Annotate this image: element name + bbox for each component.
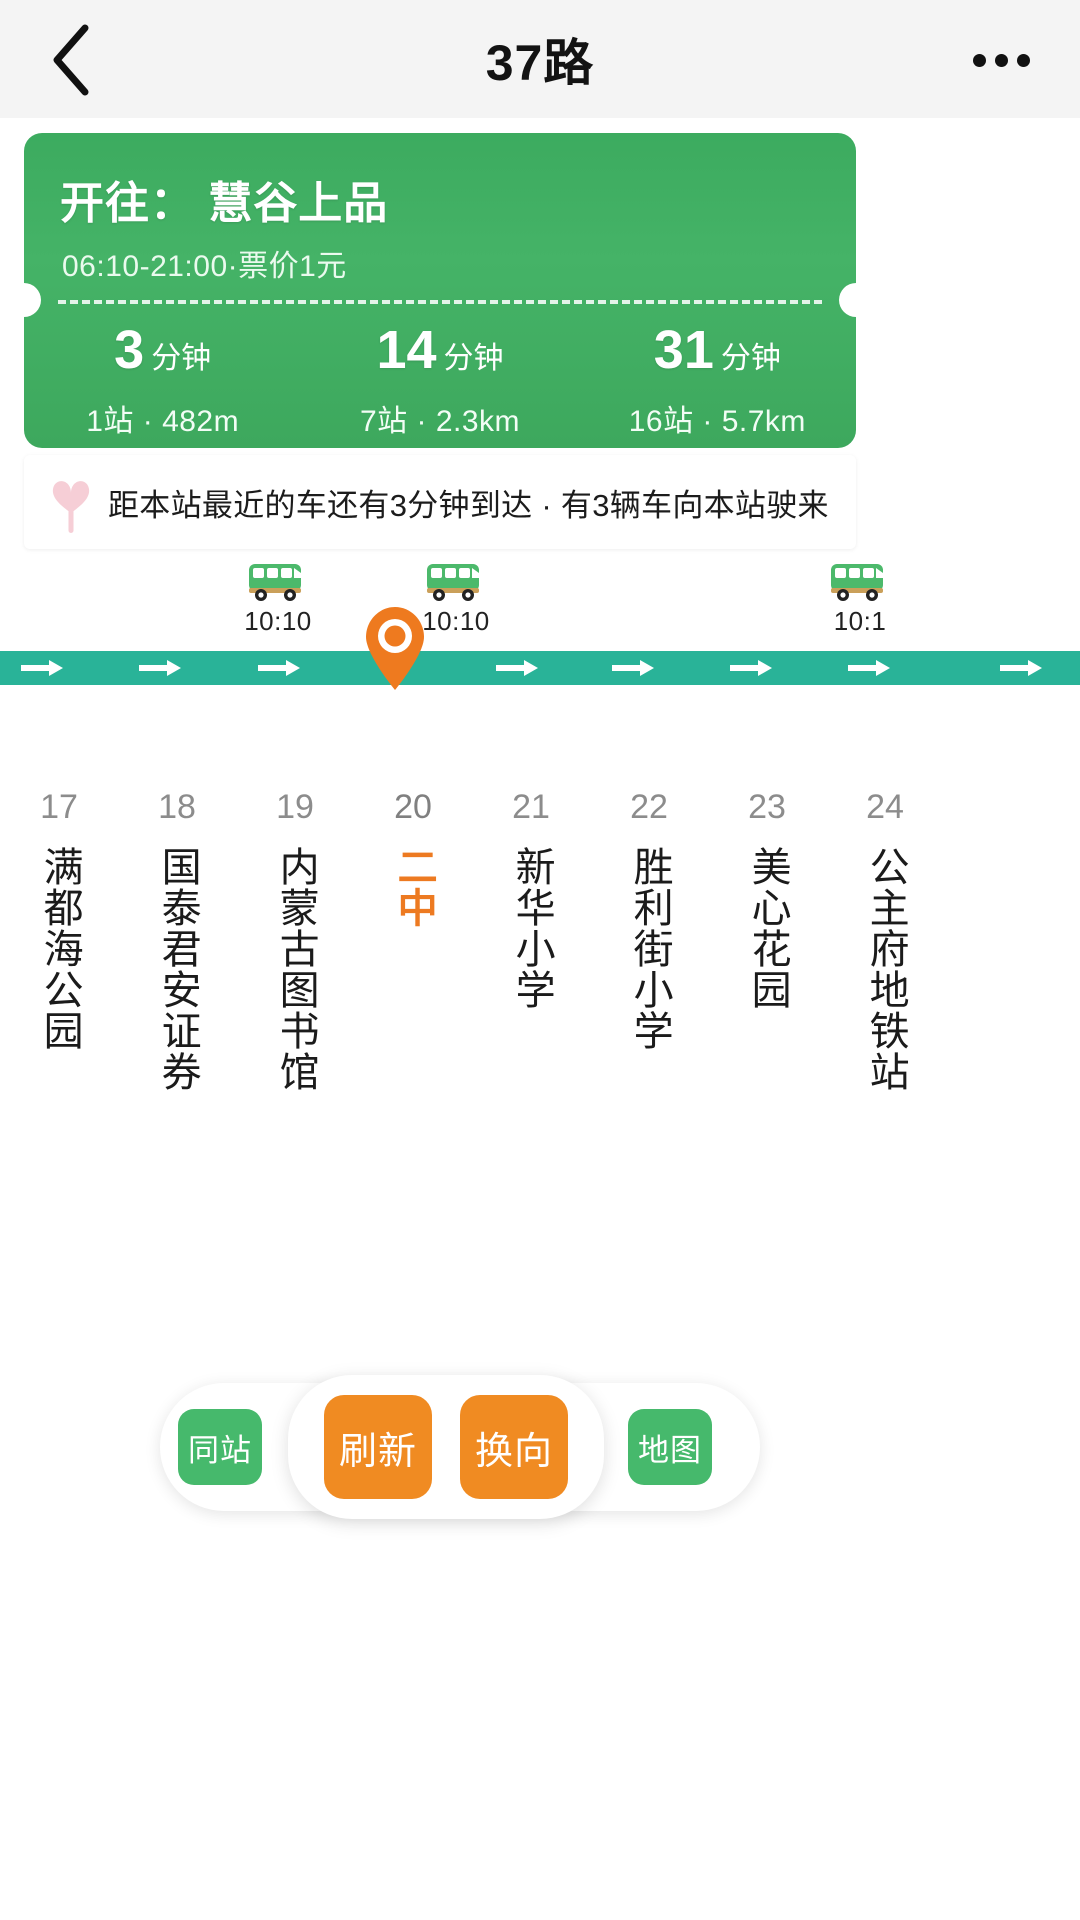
ticket-notch-right — [839, 283, 856, 317]
route-track — [0, 651, 1080, 685]
page-title: 37路 — [485, 35, 595, 91]
same-station-button[interactable]: 同站 — [178, 1409, 262, 1485]
notice-text: 距本站最近的车还有3分钟到达 · 有3辆车向本站驶来 — [108, 487, 829, 523]
arrival-detail: 1站 · 482m — [86, 405, 240, 438]
station-item[interactable]: 19 内蒙古图书馆 — [236, 790, 354, 1097]
arrival-item[interactable]: 14 分钟 7站 · 2.3km — [301, 323, 578, 440]
arrow-right-icon — [730, 658, 774, 678]
bus-icon — [800, 560, 920, 604]
app-header: 37路 — [0, 0, 1080, 118]
refresh-button[interactable]: 刷新 — [324, 1395, 432, 1499]
bottom-action-bar: 同站 刷新 换向 地图 — [0, 1375, 1080, 1535]
arrival-detail: 7站 · 2.3km — [359, 405, 521, 438]
station-item[interactable]: 24 公主府地铁站 — [826, 790, 944, 1097]
station-name: 内蒙古图书馆 — [273, 846, 318, 1092]
arrival-minutes: 14 — [376, 320, 437, 380]
arrow-right-icon — [139, 658, 183, 678]
arrival-item[interactable]: 31 分钟 16站 · 5.7km — [579, 323, 856, 440]
arrival-item[interactable]: 3 分钟 1站 · 482m — [24, 323, 301, 440]
arrow-right-icon — [848, 658, 892, 678]
station-number: 17 — [40, 788, 78, 826]
arrow-right-icon — [1000, 658, 1044, 678]
nearest-bus-notice: 距本站最近的车还有3分钟到达 · 有3辆车向本站驶来 — [24, 455, 856, 549]
pink-heart-plant-icon — [34, 469, 108, 535]
more-options-button[interactable] — [956, 30, 1046, 90]
arrival-minutes: 3 — [114, 320, 145, 380]
ellipsis-icon — [994, 53, 1008, 67]
station-number: 20 — [394, 788, 432, 826]
map-button[interactable]: 地图 — [628, 1409, 712, 1485]
destination-label: 开往： 慧谷上品 — [60, 179, 389, 228]
station-item[interactable]: 23 美心花园 — [708, 790, 826, 1097]
station-name: 满都海公园 — [37, 846, 82, 1051]
station-number: 19 — [276, 788, 314, 826]
arrival-minutes: 31 — [653, 320, 714, 380]
current-station-pin-icon — [362, 605, 428, 691]
station-item[interactable]: 18 国泰君安证券 — [118, 790, 236, 1097]
arrival-detail: 16站 · 5.7km — [628, 405, 806, 438]
arrow-right-icon — [258, 658, 302, 678]
bus-route-screen: 37路 开往： 慧谷上品 06:10-21:00·票价1元 3 分钟 1站 · 4… — [0, 0, 1080, 1920]
station-name: 公主府地铁站 — [863, 846, 908, 1092]
station-number: 23 — [748, 788, 786, 826]
arrow-right-icon — [496, 658, 540, 678]
arrow-right-icon — [21, 658, 65, 678]
arrival-list: 3 分钟 1站 · 482m 14 分钟 7站 · 2.3km 31 分钟 16站 ·… — [24, 323, 856, 440]
station-number: 21 — [512, 788, 550, 826]
station-name: 二中 — [391, 846, 436, 928]
station-item-current[interactable]: 20 二中 — [354, 790, 472, 1097]
station-name: 美心花园 — [745, 846, 790, 1010]
bus-icon — [218, 560, 338, 604]
bus-icon — [396, 560, 516, 604]
station-name: 胜利街小学 — [627, 846, 672, 1051]
reverse-direction-button[interactable]: 换向 — [460, 1395, 568, 1499]
station-name: 国泰君安证券 — [155, 846, 200, 1092]
station-name: 新华小学 — [509, 846, 554, 1010]
dashed-divider — [58, 300, 822, 304]
arrival-unit: 分钟 — [151, 342, 212, 375]
schedule-fare-label: 06:10-21:00·票价1元 — [62, 250, 347, 283]
arrow-right-icon — [612, 658, 656, 678]
station-number: 22 — [630, 788, 668, 826]
station-item[interactable]: 21 新华小学 — [472, 790, 590, 1097]
arrival-unit: 分钟 — [443, 342, 504, 375]
bus-marker[interactable]: 10:10 — [218, 560, 338, 637]
bus-arrival-time: 10:10 — [244, 606, 312, 636]
station-item[interactable]: 17 满都海公园 — [0, 790, 118, 1097]
bus-marker[interactable]: 10:1 — [800, 560, 920, 637]
arrival-unit: 分钟 — [720, 342, 781, 375]
bus-arrival-time: 10:1 — [833, 606, 887, 636]
ticket-notch-left — [24, 283, 41, 317]
station-number: 24 — [866, 788, 904, 826]
station-number: 18 — [158, 788, 196, 826]
station-item[interactable]: 22 胜利街小学 — [590, 790, 708, 1097]
ellipsis-icon — [1016, 53, 1030, 67]
direction-card[interactable]: 开往： 慧谷上品 06:10-21:00·票价1元 3 分钟 1站 · 482m … — [24, 133, 856, 448]
route-timeline: 10:10 10:10 10:1 — [0, 560, 1080, 790]
station-list: 17 满都海公园 18 国泰君安证券 19 内蒙古图书馆 20 二中 21 新华… — [0, 790, 1080, 1097]
ellipsis-icon — [972, 53, 986, 67]
